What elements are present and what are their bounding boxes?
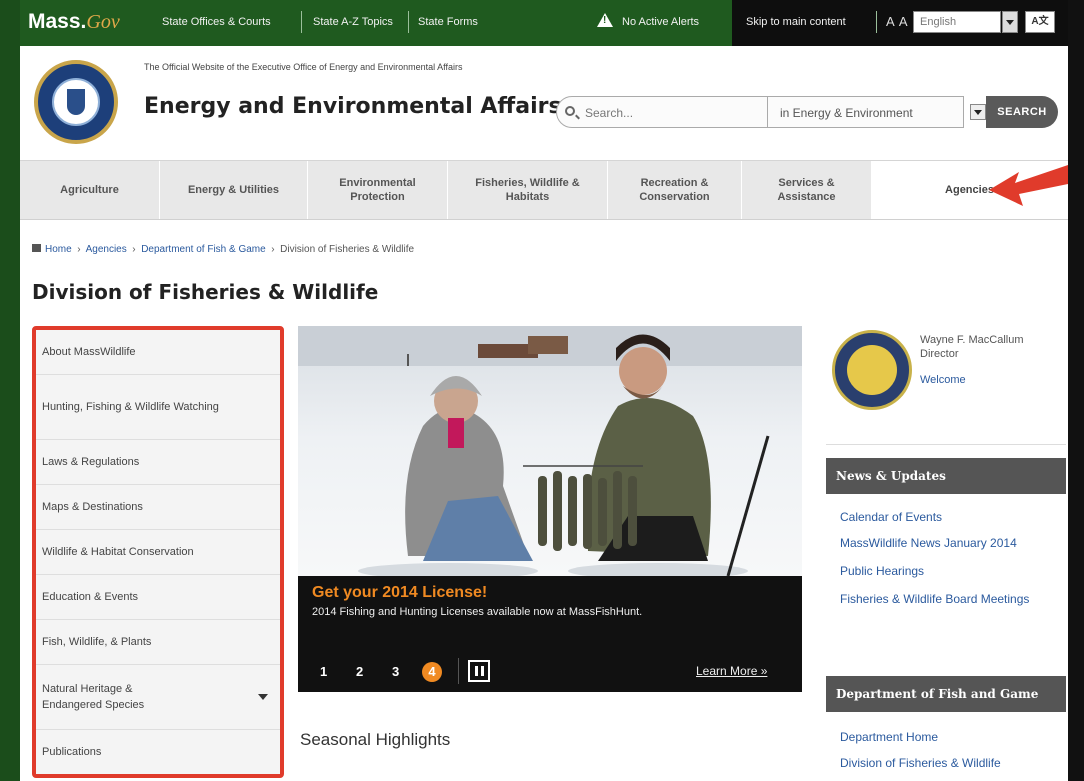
divider [408,11,409,33]
breadcrumb-current: Division of Fisheries & Wildlife [280,244,415,255]
divider [876,11,877,33]
official-website-text: The Official Website of the Executive Of… [144,62,463,72]
chevron-down-icon[interactable] [258,694,268,700]
divider [458,658,459,684]
director-role: Director [920,348,959,361]
director-name: Wayne F. MacCallum [920,334,1024,346]
seasonal-highlights-heading: Seasonal Highlights [300,730,451,749]
public-hearings-link[interactable]: Public Hearings [840,564,1065,580]
page: Mass.Gov State Offices & Courts State A-… [20,0,1068,781]
state-topics-link[interactable]: State A-Z Topics [313,16,393,28]
skip-to-content-link[interactable]: Skip to main content [746,16,846,28]
sidebar-item-laws[interactable]: Laws & Regulations [36,440,280,485]
slide-page-4-active[interactable]: 4 [422,662,442,682]
chevron-down-icon[interactable] [1002,11,1018,33]
main-nav: Agriculture Energy & Utilities Environme… [20,160,1068,220]
breadcrumb-home[interactable]: Home [45,244,72,255]
department-home-link[interactable]: Department Home [840,730,1065,746]
breadcrumb-agencies[interactable]: Agencies [86,244,127,255]
text-size-control[interactable]: A A [886,14,909,29]
search-scope-select[interactable]: in Energy & Environment [768,96,964,128]
welcome-link[interactable]: Welcome [920,374,966,386]
sidebar-item-education[interactable]: Education & Events [36,575,280,620]
divider [301,11,302,33]
sidebar-item-label: Natural Heritage & Endangered Species [42,682,145,712]
window-right-edge [1068,0,1084,781]
sidebar-item-publications[interactable]: Publications [36,730,280,774]
masswildlife-news-link[interactable]: MassWildlife News January 2014 [840,536,1065,552]
sidebar-item-fish-wildlife-plants[interactable]: Fish, Wildlife, & Plants [36,620,280,665]
top-bar: Mass.Gov State Offices & Courts State A-… [20,0,1068,46]
divider [826,444,1066,445]
nav-environmental-protection[interactable]: Environmental Protection [308,161,448,219]
mass-gov-logo[interactable]: Mass.Gov [28,10,120,34]
hero-image [298,326,802,576]
dfg-heading: Department of Fish and Game [826,676,1066,712]
sidebar-item-natural-heritage[interactable]: Natural Heritage & Endangered Species [36,665,280,730]
sidebar-item-about[interactable]: About MassWildlife [36,330,280,375]
hero-title[interactable]: Get your 2014 License! [312,584,487,602]
breadcrumb-dfg[interactable]: Department of Fish & Game [141,244,266,255]
state-forms-link[interactable]: State Forms [418,16,478,28]
nav-fisheries-wildlife[interactable]: Fisheries, Wildlife & Habitats [448,161,608,219]
breadcrumb: Home › Agencies › Department of Fish & G… [32,244,414,255]
pause-icon[interactable] [468,660,490,682]
slide-page-2[interactable]: 2 [356,664,363,679]
nav-agriculture[interactable]: Agriculture [20,161,160,219]
hero-caption: Get your 2014 License! 2014 Fishing and … [298,576,802,626]
window-left-edge [0,0,20,781]
hero-subtitle: 2014 Fishing and Hunting Licenses availa… [312,606,643,618]
calendar-link[interactable]: Calendar of Events [840,510,1065,526]
chevron-down-icon[interactable] [970,104,986,120]
alerts-link[interactable]: No Active Alerts [622,16,699,28]
massachusetts-seal-logo[interactable] [34,60,118,144]
translate-icon[interactable]: A文 [1025,11,1055,33]
shield-icon [67,89,85,115]
state-offices-link[interactable]: State Offices & Courts [162,16,271,28]
learn-more-link[interactable]: Learn More » [696,664,767,678]
home-icon [32,244,41,252]
sidebar-item-hunting-fishing[interactable]: Hunting, Fishing & Wildlife Watching [36,375,280,440]
annotation-arrow [989,165,1068,206]
masswildlife-seal-logo [832,330,912,410]
sidebar-item-conservation[interactable]: Wildlife & Habitat Conservation [36,530,280,575]
nav-energy-utilities[interactable]: Energy & Utilities [160,161,308,219]
sidebar-item-maps[interactable]: Maps & Destinations [36,485,280,530]
slide-page-1[interactable]: 1 [320,664,327,679]
seal-center [847,345,897,395]
search-input[interactable]: Search... [556,96,768,128]
division-fisheries-link[interactable]: Division of Fisheries & Wildlife [840,756,1065,772]
site-header: The Official Website of the Executive Of… [20,46,1068,160]
news-updates-heading: News & Updates [826,458,1066,494]
director-info: Wayne F. MacCallum Director [920,333,1024,362]
board-meetings-link[interactable]: Fisheries & Wildlife Board Meetings [840,592,1065,608]
alert-icon [597,13,613,27]
page-title: Division of Fisheries & Wildlife [32,280,379,304]
slideshow-controls: 1 2 3 4 Learn More » [298,626,802,692]
slide-page-3[interactable]: 3 [392,664,399,679]
hero-slideshow[interactable]: Get your 2014 License! 2014 Fishing and … [298,326,802,692]
seal-center [52,78,100,126]
sidebar-nav: About MassWildlife Hunting, Fishing & Wi… [32,326,284,778]
search-button[interactable]: SEARCH [986,96,1058,128]
nav-recreation-conservation[interactable]: Recreation & Conservation [608,161,742,219]
language-select[interactable]: English [913,11,1001,33]
agency-title[interactable]: Energy and Environmental Affairs [144,94,562,119]
nav-services-assistance[interactable]: Services & Assistance [742,161,872,219]
search-icon [565,106,575,116]
